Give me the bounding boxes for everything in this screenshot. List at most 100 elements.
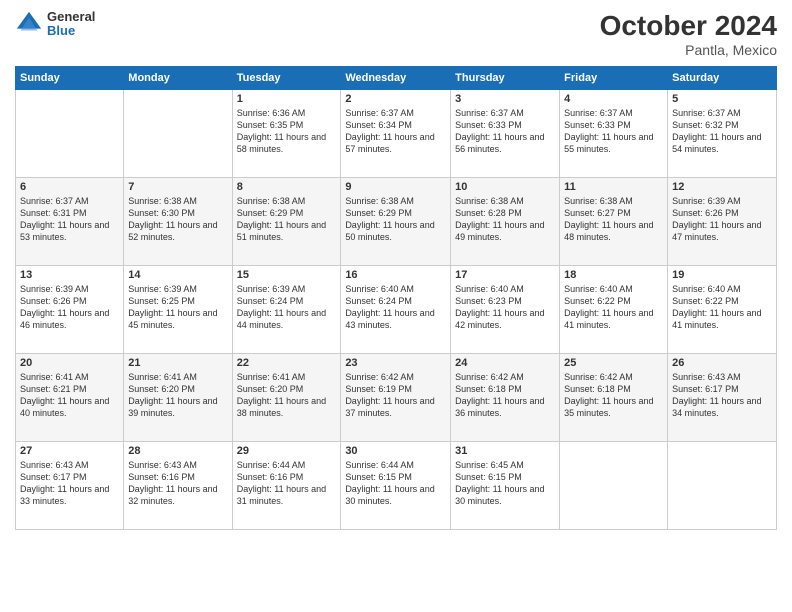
day-info: Sunrise: 6:38 AM Sunset: 6:29 PM Dayligh…	[237, 195, 337, 244]
day-number: 21	[128, 357, 227, 369]
header-row: SundayMondayTuesdayWednesdayThursdayFrid…	[16, 67, 777, 90]
logo: General Blue	[15, 10, 95, 39]
day-info: Sunrise: 6:43 AM Sunset: 6:17 PM Dayligh…	[672, 371, 772, 420]
col-header-friday: Friday	[560, 67, 668, 90]
day-info: Sunrise: 6:37 AM Sunset: 6:34 PM Dayligh…	[345, 107, 446, 156]
day-info: Sunrise: 6:37 AM Sunset: 6:32 PM Dayligh…	[672, 107, 772, 156]
logo-icon	[15, 10, 43, 38]
day-number: 11	[564, 181, 663, 193]
day-number: 25	[564, 357, 663, 369]
week-row-3: 13 Sunrise: 6:39 AM Sunset: 6:26 PM Dayli…	[16, 266, 777, 354]
calendar-cell: 9Sunrise: 6:38 AM Sunset: 6:29 PM Daylig…	[341, 178, 451, 266]
calendar-cell: 29 Sunrise: 6:44 AM Sunset: 6:16 PM Dayli…	[232, 442, 341, 530]
day-info: Sunrise: 6:41 AM Sunset: 6:20 PM Dayligh…	[237, 371, 337, 420]
day-number: 8	[237, 181, 337, 193]
day-info: Sunrise: 6:38 AM Sunset: 6:27 PM Dayligh…	[564, 195, 663, 244]
calendar-cell: 23 Sunrise: 6:42 AM Sunset: 6:19 PM Dayli…	[341, 354, 451, 442]
logo-text: General Blue	[47, 10, 95, 39]
subtitle: Pantla, Mexico	[600, 42, 777, 58]
page: General Blue October 2024 Pantla, Mexico…	[0, 0, 792, 612]
col-header-wednesday: Wednesday	[341, 67, 451, 90]
calendar-cell: 22Sunrise: 6:41 AM Sunset: 6:20 PM Dayli…	[232, 354, 341, 442]
day-info: Sunrise: 6:41 AM Sunset: 6:21 PM Dayligh…	[20, 371, 119, 420]
day-number: 23	[345, 357, 446, 369]
calendar-cell: 13 Sunrise: 6:39 AM Sunset: 6:26 PM Dayli…	[16, 266, 124, 354]
day-number: 29	[237, 445, 337, 457]
calendar-cell: 20 Sunrise: 6:41 AM Sunset: 6:21 PM Dayli…	[16, 354, 124, 442]
day-info: Sunrise: 6:43 AM Sunset: 6:17 PM Dayligh…	[20, 459, 119, 508]
month-title: October 2024	[600, 10, 777, 42]
day-number: 14	[128, 269, 227, 281]
day-info: Sunrise: 6:37 AM Sunset: 6:33 PM Dayligh…	[455, 107, 555, 156]
day-number: 27	[20, 445, 119, 457]
week-row-5: 27 Sunrise: 6:43 AM Sunset: 6:17 PM Dayli…	[16, 442, 777, 530]
calendar-cell: 24 Sunrise: 6:42 AM Sunset: 6:18 PM Dayli…	[451, 354, 560, 442]
col-header-tuesday: Tuesday	[232, 67, 341, 90]
calendar-cell	[560, 442, 668, 530]
calendar-cell: 1 Sunrise: 6:36 AM Sunset: 6:35 PM Daylig…	[232, 90, 341, 178]
day-info: Sunrise: 6:40 AM Sunset: 6:22 PM Dayligh…	[564, 283, 663, 332]
day-info: Sunrise: 6:38 AM Sunset: 6:30 PM Dayligh…	[128, 195, 227, 244]
calendar-cell	[124, 90, 232, 178]
day-number: 3	[455, 93, 555, 105]
day-number: 2	[345, 93, 446, 105]
header: General Blue October 2024 Pantla, Mexico	[15, 10, 777, 58]
col-header-monday: Monday	[124, 67, 232, 90]
day-info: Sunrise: 6:44 AM Sunset: 6:15 PM Dayligh…	[345, 459, 446, 508]
day-info: Sunrise: 6:45 AM Sunset: 6:15 PM Dayligh…	[455, 459, 555, 508]
calendar-cell: 15 Sunrise: 6:39 AM Sunset: 6:24 PM Dayli…	[232, 266, 341, 354]
calendar-cell: 2 Sunrise: 6:37 AM Sunset: 6:34 PM Daylig…	[341, 90, 451, 178]
day-info: Sunrise: 6:42 AM Sunset: 6:18 PM Dayligh…	[564, 371, 663, 420]
calendar-cell: 30 Sunrise: 6:44 AM Sunset: 6:15 PM Dayli…	[341, 442, 451, 530]
calendar-cell: 27 Sunrise: 6:43 AM Sunset: 6:17 PM Dayli…	[16, 442, 124, 530]
day-number: 24	[455, 357, 555, 369]
calendar-cell: 12Sunrise: 6:39 AM Sunset: 6:26 PM Dayli…	[668, 178, 777, 266]
logo-blue: Blue	[47, 24, 95, 38]
day-info: Sunrise: 6:38 AM Sunset: 6:28 PM Dayligh…	[455, 195, 555, 244]
col-header-saturday: Saturday	[668, 67, 777, 90]
calendar-cell: 11 Sunrise: 6:38 AM Sunset: 6:27 PM Dayli…	[560, 178, 668, 266]
day-info: Sunrise: 6:36 AM Sunset: 6:35 PM Dayligh…	[237, 107, 337, 156]
calendar-cell: 3 Sunrise: 6:37 AM Sunset: 6:33 PM Daylig…	[451, 90, 560, 178]
calendar-cell: 6 Sunrise: 6:37 AM Sunset: 6:31 PM Daylig…	[16, 178, 124, 266]
calendar-cell: 18 Sunrise: 6:40 AM Sunset: 6:22 PM Dayli…	[560, 266, 668, 354]
day-info: Sunrise: 6:40 AM Sunset: 6:23 PM Dayligh…	[455, 283, 555, 332]
day-number: 1	[237, 93, 337, 105]
day-number: 30	[345, 445, 446, 457]
day-info: Sunrise: 6:42 AM Sunset: 6:18 PM Dayligh…	[455, 371, 555, 420]
day-info: Sunrise: 6:39 AM Sunset: 6:26 PM Dayligh…	[20, 283, 119, 332]
day-info: Sunrise: 6:37 AM Sunset: 6:33 PM Dayligh…	[564, 107, 663, 156]
day-number: 7	[128, 181, 227, 193]
day-info: Sunrise: 6:41 AM Sunset: 6:20 PM Dayligh…	[128, 371, 227, 420]
calendar-cell: 21 Sunrise: 6:41 AM Sunset: 6:20 PM Dayli…	[124, 354, 232, 442]
col-header-thursday: Thursday	[451, 67, 560, 90]
day-number: 13	[20, 269, 119, 281]
title-section: October 2024 Pantla, Mexico	[600, 10, 777, 58]
day-info: Sunrise: 6:42 AM Sunset: 6:19 PM Dayligh…	[345, 371, 446, 420]
calendar-cell	[16, 90, 124, 178]
day-number: 19	[672, 269, 772, 281]
calendar-cell: 28Sunrise: 6:43 AM Sunset: 6:16 PM Dayli…	[124, 442, 232, 530]
day-number: 6	[20, 181, 119, 193]
day-info: Sunrise: 6:44 AM Sunset: 6:16 PM Dayligh…	[237, 459, 337, 508]
day-info: Sunrise: 6:39 AM Sunset: 6:24 PM Dayligh…	[237, 283, 337, 332]
day-number: 20	[20, 357, 119, 369]
day-number: 17	[455, 269, 555, 281]
calendar-table: SundayMondayTuesdayWednesdayThursdayFrid…	[15, 66, 777, 530]
day-info: Sunrise: 6:40 AM Sunset: 6:22 PM Dayligh…	[672, 283, 772, 332]
day-number: 18	[564, 269, 663, 281]
day-number: 15	[237, 269, 337, 281]
calendar-cell: 14 Sunrise: 6:39 AM Sunset: 6:25 PM Dayli…	[124, 266, 232, 354]
day-number: 26	[672, 357, 772, 369]
calendar-cell: 4Sunrise: 6:37 AM Sunset: 6:33 PM Daylig…	[560, 90, 668, 178]
day-info: Sunrise: 6:38 AM Sunset: 6:29 PM Dayligh…	[345, 195, 446, 244]
calendar-cell: 19 Sunrise: 6:40 AM Sunset: 6:22 PM Dayli…	[668, 266, 777, 354]
calendar-cell: 31 Sunrise: 6:45 AM Sunset: 6:15 PM Dayli…	[451, 442, 560, 530]
day-info: Sunrise: 6:37 AM Sunset: 6:31 PM Dayligh…	[20, 195, 119, 244]
day-info: Sunrise: 6:39 AM Sunset: 6:25 PM Dayligh…	[128, 283, 227, 332]
day-number: 31	[455, 445, 555, 457]
day-number: 12	[672, 181, 772, 193]
calendar-cell	[668, 442, 777, 530]
calendar-cell: 17 Sunrise: 6:40 AM Sunset: 6:23 PM Dayli…	[451, 266, 560, 354]
day-info: Sunrise: 6:43 AM Sunset: 6:16 PM Dayligh…	[128, 459, 227, 508]
